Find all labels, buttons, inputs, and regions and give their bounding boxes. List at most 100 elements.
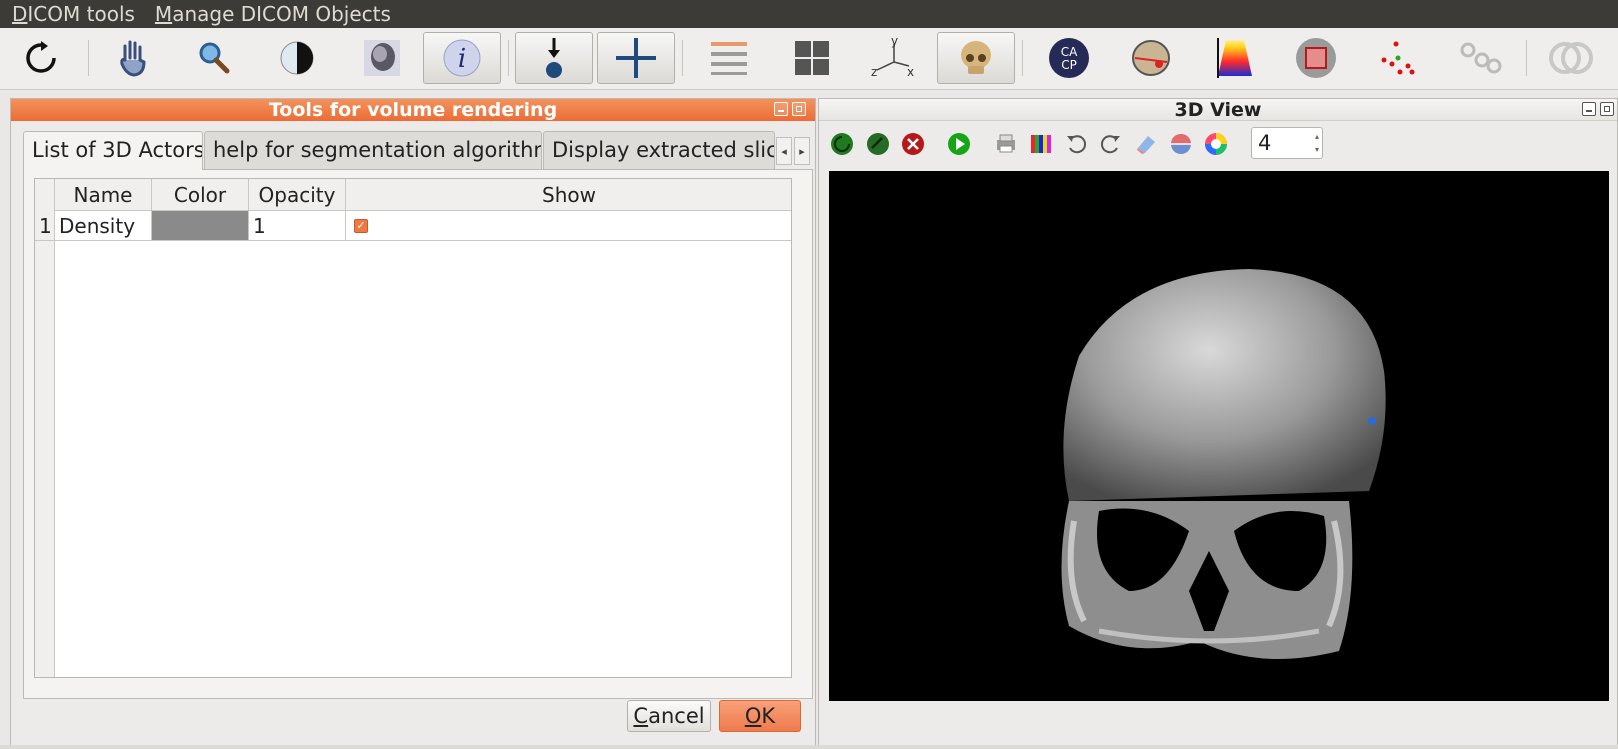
point-cloud-button[interactable] — [1359, 32, 1437, 84]
info-icon: i — [443, 39, 481, 77]
tab-list-3d-actors[interactable]: List of 3D Actors — [23, 131, 203, 170]
svg-text:z: z — [871, 65, 877, 79]
eraser-icon — [1137, 136, 1155, 154]
grid-layout-button[interactable] — [773, 32, 851, 84]
table-header: Name Color Opacity Show — [35, 179, 791, 211]
color-bars-button[interactable] — [1028, 131, 1054, 157]
row-header-column — [35, 211, 55, 677]
main-toolbar: i y z x CA CP — [0, 28, 1618, 90]
point-cloud-icon — [1381, 41, 1415, 75]
sphere-cut-button[interactable] — [1168, 131, 1194, 157]
axes-button[interactable]: y z x — [855, 32, 933, 84]
tab-content: Name Color Opacity Show 1 Density 1 ✓ — [23, 169, 813, 699]
grid-layout-icon — [795, 41, 829, 75]
tab-scroll-left-icon[interactable]: ◂ — [776, 137, 792, 165]
point-marker-icon — [546, 38, 562, 78]
tab-bar: List of 3D Actors help for segmentation … — [23, 131, 813, 170]
tab-scroll-right-icon[interactable]: ▸ — [794, 137, 810, 165]
maximize-icon[interactable] — [792, 102, 806, 116]
hand-pan-icon — [120, 40, 146, 77]
actors-table: Name Color Opacity Show 1 Density 1 ✓ — [34, 178, 792, 678]
quality-spinbox[interactable]: 4 ▴ ▾ — [1251, 127, 1323, 159]
cell-show: ✓ — [346, 211, 792, 240]
reset-icon — [26, 41, 56, 73]
svg-text:CP: CP — [1061, 58, 1077, 72]
menu-manage-dicom-objects[interactable]: Manage DICOM Objects — [155, 2, 391, 26]
reset-button[interactable] — [2, 32, 80, 84]
refresh-green-icon — [831, 133, 853, 155]
undo-icon — [1067, 135, 1087, 154]
color-ramp-icon — [1217, 38, 1252, 78]
zoom-magnifier-icon — [199, 42, 230, 74]
tab-display-extracted-slice[interactable]: Display extracted slice — [543, 131, 775, 169]
show-checkbox[interactable]: ✓ — [354, 219, 368, 233]
tab-help-segmentation[interactable]: help for segmentation algorithm — [204, 131, 542, 169]
3d-view-title-bar: 3D View — [819, 99, 1617, 121]
sphere-cut-icon — [1171, 134, 1191, 154]
contrast-button[interactable] — [258, 32, 336, 84]
table-row[interactable]: 1 Density 1 ✓ — [35, 211, 791, 241]
path-button[interactable] — [1441, 32, 1519, 84]
minimize-icon[interactable] — [1582, 102, 1596, 116]
undo-button[interactable] — [1063, 131, 1089, 157]
cell-opacity[interactable]: 1 — [249, 211, 346, 240]
play-button[interactable] — [946, 131, 972, 157]
3d-viewport[interactable] — [829, 171, 1609, 701]
color-wheel-icon — [1205, 133, 1227, 155]
svg-text:CA: CA — [1061, 45, 1078, 59]
svg-text:x: x — [907, 65, 914, 79]
column-header-opacity[interactable]: Opacity — [249, 179, 346, 210]
crosshair-plus-icon — [616, 38, 656, 78]
rings-button[interactable] — [1532, 32, 1610, 84]
column-header-color[interactable]: Color — [152, 179, 249, 210]
column-header-show[interactable]: Show — [346, 179, 792, 210]
column-header-name[interactable]: Name — [55, 179, 152, 210]
eraser-button[interactable] — [1133, 131, 1159, 157]
cacp-button[interactable]: CA CP — [1030, 32, 1108, 84]
contrast-icon — [280, 41, 314, 75]
redo-button[interactable] — [1098, 131, 1124, 157]
minimize-icon[interactable] — [774, 102, 788, 116]
3d-view-title: 3D View — [1174, 99, 1262, 121]
cube-button[interactable] — [1277, 32, 1355, 84]
corner-cell — [35, 179, 55, 211]
skull-measure-icon — [1132, 40, 1170, 76]
play-icon — [948, 133, 970, 155]
cancel-button[interactable]: Cancel — [627, 700, 711, 732]
toolbar-separator — [682, 40, 683, 76]
redo-icon — [1100, 135, 1120, 154]
panel-title: Tools for volume rendering — [268, 99, 558, 121]
toolbar-separator — [1022, 40, 1023, 76]
crosshair-button[interactable] — [597, 32, 675, 84]
print-button[interactable] — [993, 131, 1019, 157]
info-button[interactable]: i — [423, 32, 501, 84]
zoom-button[interactable] — [175, 32, 253, 84]
close-view-button[interactable] — [900, 131, 926, 157]
rotate-button[interactable] — [865, 131, 891, 157]
maximize-icon[interactable] — [1600, 102, 1614, 116]
cell-color-swatch[interactable] — [152, 211, 249, 240]
menu-dicom-tools[interactable]: DICOM tools — [12, 2, 135, 26]
refresh-button[interactable] — [829, 131, 855, 157]
ok-button[interactable]: OK — [719, 700, 801, 732]
color-bars-icon — [1031, 135, 1051, 153]
toolbar-separator — [1526, 40, 1527, 76]
skull-3d-button[interactable] — [937, 32, 1015, 84]
pan-button[interactable] — [95, 32, 173, 84]
lines-button[interactable] — [690, 32, 768, 84]
head-scan-icon — [364, 40, 400, 76]
cell-name[interactable]: Density — [55, 211, 152, 240]
skull-measure-button[interactable] — [1112, 32, 1190, 84]
rotate-green-icon — [867, 133, 889, 155]
axes-xyz-icon: y z x — [871, 36, 914, 79]
toolbar-separator — [508, 40, 509, 76]
color-wheel-button[interactable] — [1203, 131, 1229, 157]
spinbox-value: 4 — [1258, 131, 1272, 155]
menu-bar: DICOM tools Manage DICOM Objects — [0, 0, 1618, 28]
status-strip — [0, 745, 1618, 749]
head-scan-button[interactable] — [343, 32, 421, 84]
point-marker-button[interactable] — [515, 32, 593, 84]
panel-title-bar: Tools for volume rendering — [11, 99, 815, 121]
color-ramp-button[interactable] — [1195, 32, 1273, 84]
spinbox-arrows-icon[interactable]: ▴ ▾ — [1315, 130, 1319, 156]
